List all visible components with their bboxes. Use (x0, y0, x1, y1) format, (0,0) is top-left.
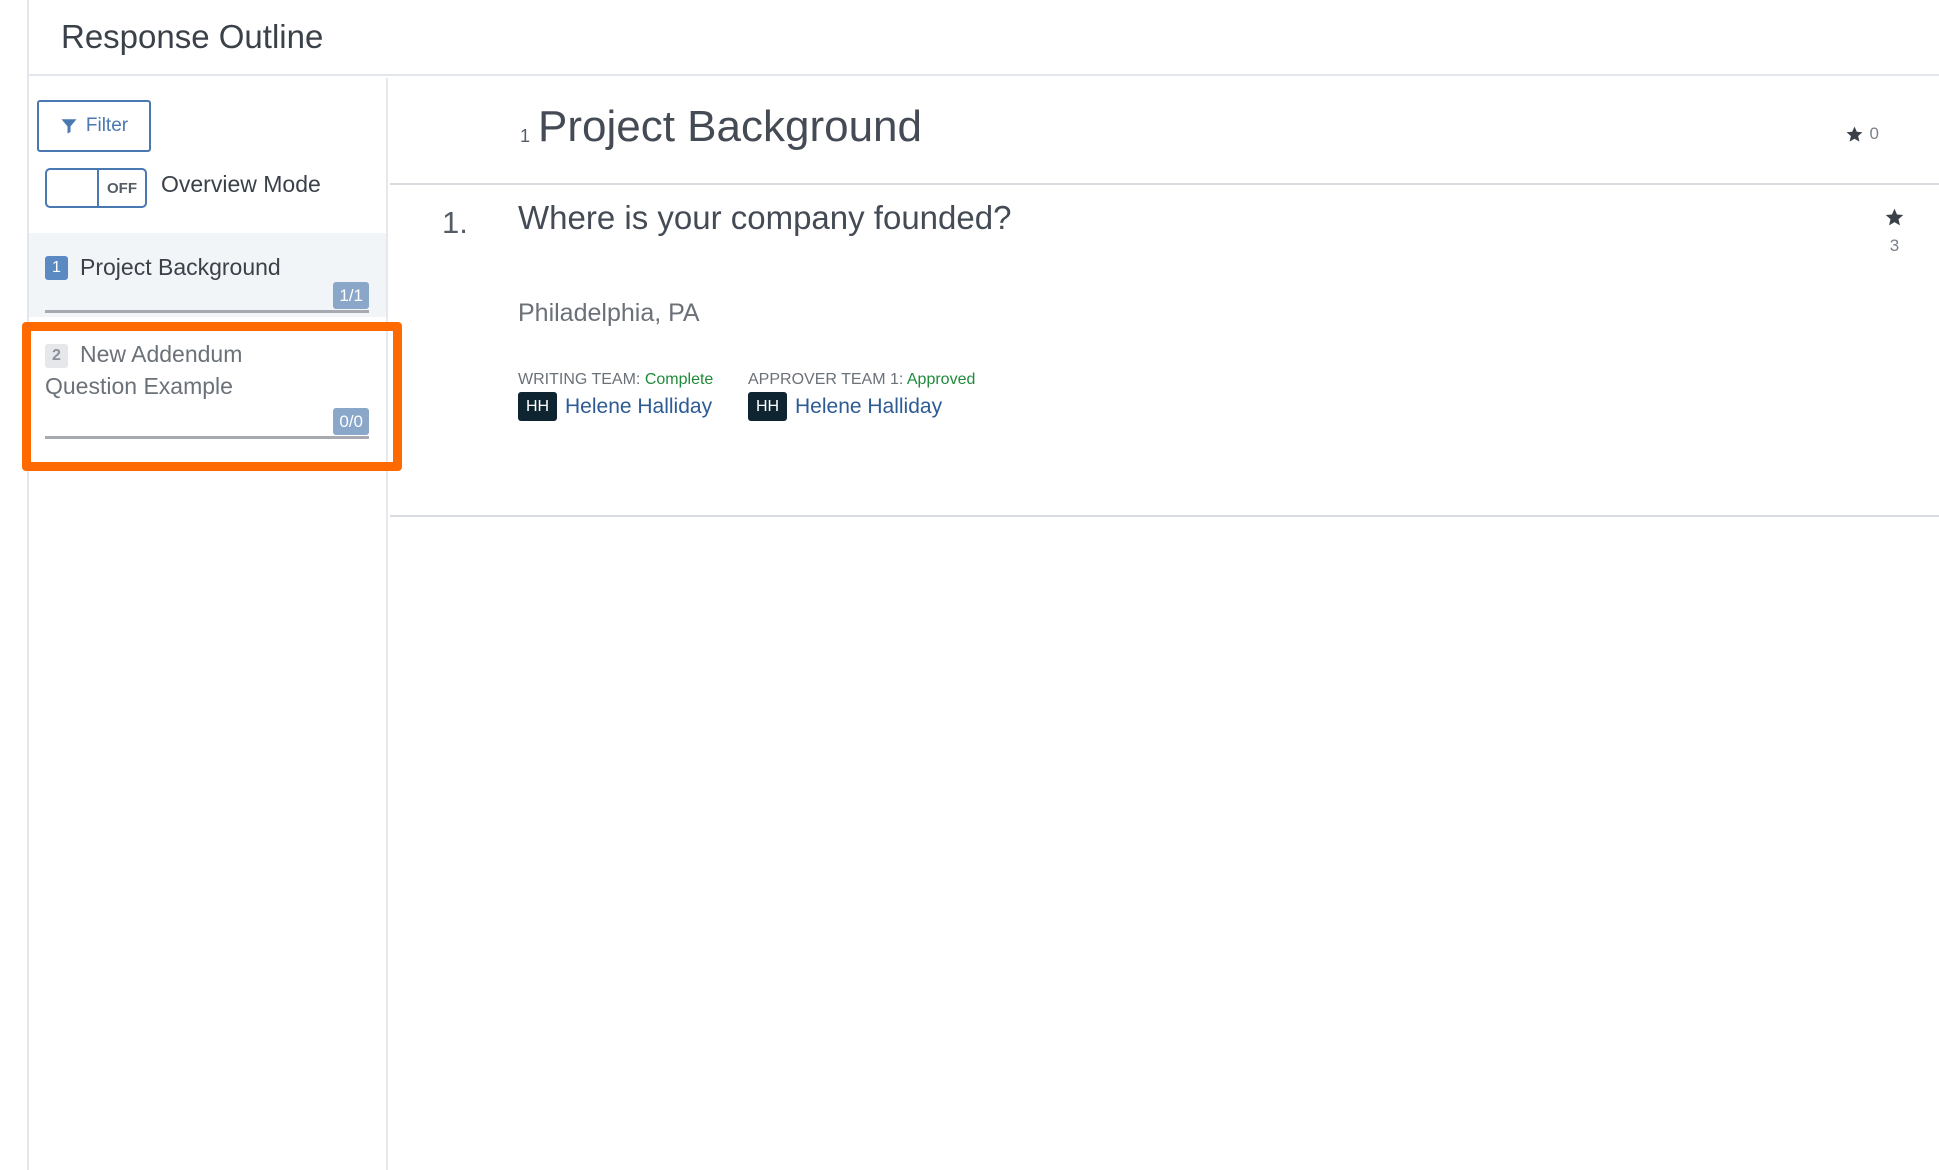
writing-team: WRITING TEAM: Complete HH Helene Hallida… (518, 371, 713, 421)
overview-mode-toggle[interactable]: OFF (45, 168, 147, 208)
section-progress-bar (45, 436, 369, 439)
question-star-button[interactable]: 3 (1884, 207, 1905, 256)
section-star-button[interactable]: 0 (1845, 124, 1879, 144)
outline-sidebar: Filter OFF Overview Mode 1 Project Backg… (29, 78, 388, 1170)
approver-team-assignee[interactable]: HH Helene Halliday (748, 392, 975, 421)
team-status-approved: Approved (906, 371, 976, 388)
writing-team-label: WRITING TEAM: Complete (518, 371, 713, 389)
assignee-name-link[interactable]: Helene Halliday (795, 395, 942, 419)
overview-mode-label: Overview Mode (161, 171, 321, 197)
question-block: 1. Where is your company founded? 3 Phil… (390, 185, 1939, 517)
page-header: Response Outline (29, 0, 1939, 76)
section-header: 1 Project Background 0 (390, 78, 1939, 185)
section-progress-count: 0/0 (333, 408, 369, 435)
section-progress-count: 1/1 (333, 282, 369, 309)
page-title: Response Outline (61, 18, 324, 55)
sidebar-section-new-addendum[interactable]: 2 New Addendum Question Example 0/0 (29, 319, 386, 449)
sidebar-section-project-background[interactable]: 1 Project Background 1/1 (29, 233, 386, 317)
filter-button-label: Filter (85, 115, 129, 136)
section-number-badge: 1 (45, 256, 68, 280)
answer-text: Philadelphia, PA (518, 299, 700, 327)
section-progress-bar (45, 310, 369, 313)
section-header-number: 1 (520, 126, 531, 146)
filter-button[interactable]: Filter (37, 100, 151, 152)
team-label-text: APPROVER TEAM 1: (748, 371, 904, 388)
section-title: Project Background (80, 254, 281, 280)
team-status-complete: Complete (644, 371, 714, 388)
filter-icon (61, 119, 77, 134)
avatar: HH (748, 392, 787, 421)
question-text[interactable]: Where is your company founded? (518, 199, 1011, 237)
toggle-knob (47, 170, 99, 206)
writing-team-assignee[interactable]: HH Helene Halliday (518, 392, 713, 421)
star-icon (1846, 126, 1862, 142)
toggle-state-label: OFF (107, 179, 137, 197)
avatar: HH (518, 392, 557, 421)
approver-team: APPROVER TEAM 1: Approved HH Helene Hall… (748, 371, 975, 421)
section-header-title: Project Background (538, 102, 922, 151)
question-number: 1. (442, 205, 468, 240)
team-label-text: WRITING TEAM: (518, 371, 641, 388)
main-content: 1 Project Background 0 1. Where is your … (390, 78, 1939, 1170)
assignee-name-link[interactable]: Helene Halliday (565, 395, 712, 419)
section-title: New Addendum Question Example (45, 341, 243, 399)
approver-team-label: APPROVER TEAM 1: Approved (748, 371, 975, 389)
section-star-count: 0 (1869, 124, 1879, 143)
star-icon (1885, 208, 1904, 226)
question-star-count: 3 (1889, 236, 1900, 255)
